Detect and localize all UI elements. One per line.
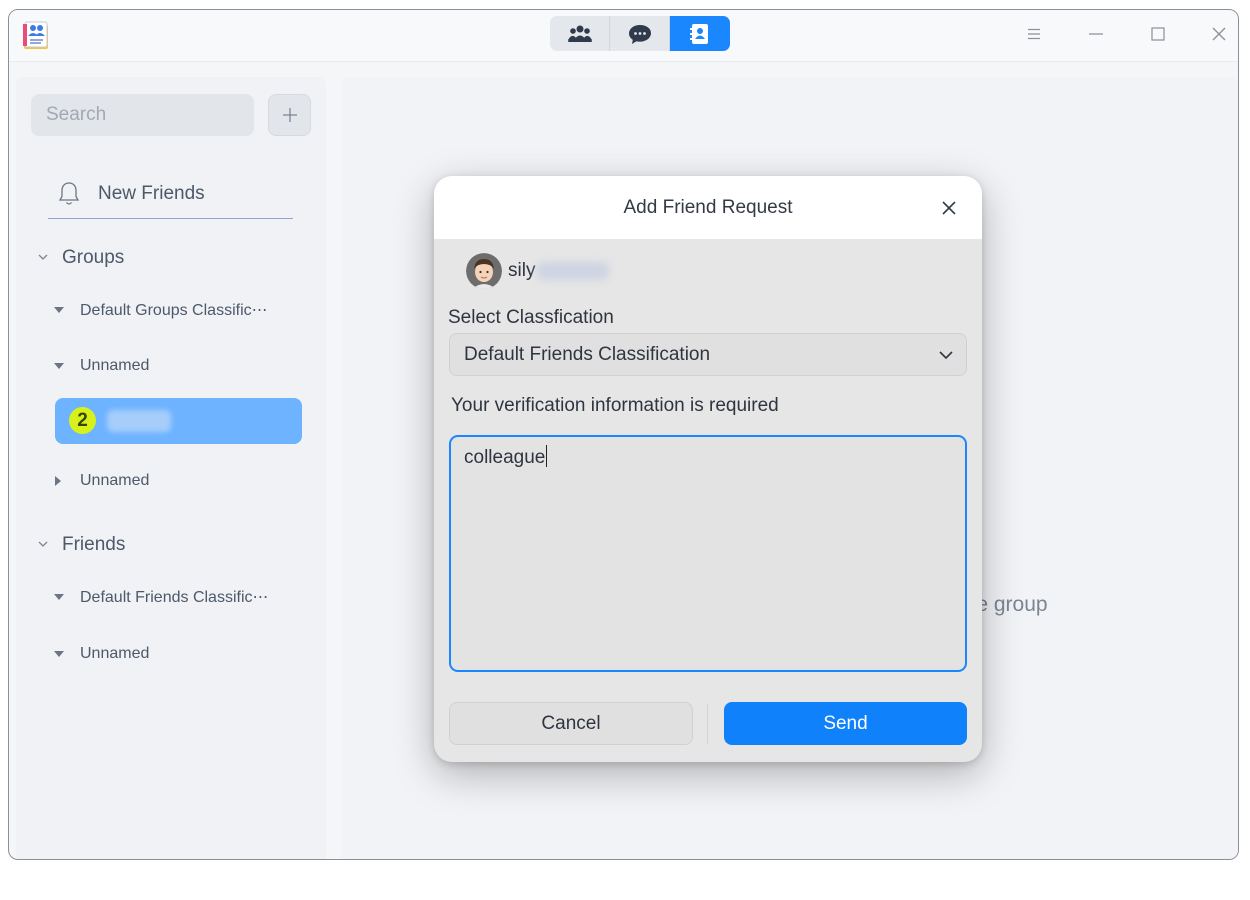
classification-label: Select Classfication [448,307,614,328]
friend-category-label: Default Friends Classific⋯ [80,589,269,606]
classification-value: Default Friends Classification [464,343,711,365]
send-button[interactable]: Send [724,702,967,745]
minimize-button[interactable] [1081,20,1111,48]
add-button[interactable] [268,94,311,136]
tab-contacts[interactable] [670,16,730,51]
classification-select[interactable]: Default Friends Classification [449,333,967,376]
chevron-down-icon [939,350,953,359]
verification-label: Your verification information is require… [451,395,779,416]
add-friend-dialog: Add Friend Request sily Select Classfica… [434,176,982,762]
maximize-icon [1151,27,1165,41]
close-icon [942,201,956,215]
contacts-sidebar: New Friends Groups Default Groups Classi… [16,77,326,859]
plus-icon [282,108,297,122]
dialog-close-button[interactable] [936,195,962,221]
caret-down-icon [54,363,64,369]
user-name: sily [508,260,536,281]
new-friends-label: New Friends [98,182,205,204]
caret-down-icon [54,594,64,600]
target-user: sily [466,253,610,289]
verification-textarea[interactable]: colleague [449,435,967,672]
groups-section-label: Groups [62,247,125,268]
bell-icon [58,181,80,205]
caret-down-icon [54,651,64,657]
close-window-button[interactable] [1204,20,1234,48]
close-icon [1212,27,1226,41]
search-input[interactable] [31,94,254,136]
group-category-label: Unnamed [80,472,150,489]
minimize-icon [1089,33,1103,35]
friend-category-unnamed[interactable]: Unnamed [54,645,149,663]
avatar [466,253,502,289]
chevron-down-icon [38,254,48,260]
friends-section-toggle[interactable]: Friends [34,534,125,556]
contacts-icon [690,23,708,44]
selected-group-item[interactable]: 2 [55,398,302,444]
chevron-down-icon [38,541,48,547]
caret-right-icon [55,476,61,486]
group-category-unnamed-2[interactable]: Unnamed [54,472,149,490]
redacted-group-name [107,410,171,432]
new-friends-item[interactable]: New Friends [48,169,293,219]
caret-down-icon [54,307,64,313]
friends-section-label: Friends [62,534,126,555]
verification-text: colleague [464,447,546,468]
create-group-hint: Create group [969,593,1048,616]
friend-category-label: Unnamed [80,645,150,662]
chat-bubble-icon [628,24,651,44]
redacted-user-id [537,262,610,280]
dialog-header: Add Friend Request [434,176,982,239]
menu-button[interactable] [1019,20,1049,48]
group-category-default[interactable]: Default Groups Classific⋯ [54,300,268,320]
tab-chats[interactable] [610,16,670,51]
group-category-label: Default Groups Classific⋯ [80,302,268,319]
maximize-button[interactable] [1143,20,1173,48]
group-category-label: Unnamed [80,357,150,374]
friend-category-default[interactable]: Default Friends Classific⋯ [54,587,269,607]
app-logo-icon [21,18,51,50]
group-people-icon [567,25,592,42]
text-caret [546,445,548,467]
group-badge: 2 [69,407,96,434]
button-divider [707,704,708,744]
menu-icon [1028,28,1040,40]
group-category-unnamed-1[interactable]: Unnamed [54,357,149,375]
cancel-button[interactable]: Cancel [449,702,693,745]
title-bar [9,10,1238,62]
groups-section-toggle[interactable]: Groups [34,247,124,269]
view-switcher [550,16,730,51]
tab-groups[interactable] [550,16,610,51]
dialog-title: Add Friend Request [623,197,793,218]
